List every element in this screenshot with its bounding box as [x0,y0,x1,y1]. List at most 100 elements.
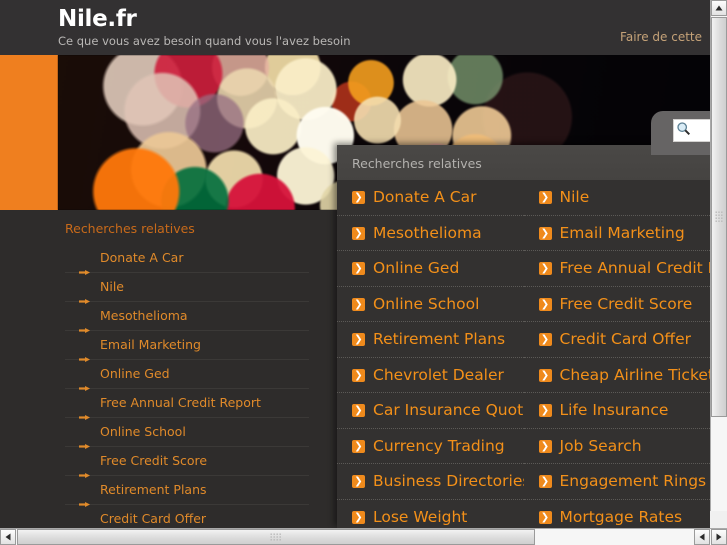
chevron-right-badge-icon: ❯ [352,511,365,524]
overlay-list-item[interactable]: ❯ Online Ged [337,251,524,287]
overlay-list-item-label: Lose Weight [373,508,467,526]
overlay-list-item[interactable]: ❯Currency Trading [337,429,524,465]
overlay-list-item[interactable]: ❯ Car Insurance Quote [337,393,524,429]
overlay-list-item-label: Chevrolet Dealer [373,366,504,384]
arrow-bullet-icon [79,431,90,435]
sidebar-item-label: Mesothelioma [100,308,188,323]
overlay-list-item[interactable]: ❯ Engagement Rings [524,464,711,500]
chevron-right-badge-icon: ❯ [352,475,365,488]
overlay-list-item-label: Free Annual Credit Report [560,259,711,277]
overlay-list-item-label: Car Insurance Quote [373,401,524,419]
overlay-list-item[interactable]: ❯Free Annual Credit Report [524,251,711,287]
sidebar-item[interactable]: Nile [65,273,309,302]
overlay-list-item[interactable]: ❯ Lose Weight [337,500,524,529]
chevron-right-badge-icon: ❯ [352,262,365,275]
overlay-list-item[interactable]: ❯ Nile [524,180,711,216]
overlay-list-item-label: Life Insurance [560,401,669,419]
overlay-list-item[interactable]: ❯Mesothelioma [337,216,524,252]
scroll-left-arrow-icon[interactable] [0,529,16,545]
sidebar-item-label: Email Marketing [100,337,201,352]
sidebar-item[interactable]: Email Marketing [65,331,309,360]
arrow-bullet-icon [79,518,90,522]
overlay-list-item-label: Mortgage Rates [560,508,683,526]
chevron-right-badge-icon: ❯ [352,298,365,311]
sidebar-item[interactable]: Retirement Plans [65,476,309,505]
vertical-scrollbar-thumb[interactable] [711,17,727,417]
overlay-list-item-label: Nile [560,188,590,206]
sidebar-item-label: Free Annual Credit Report [100,395,261,410]
overlay-body: ❯Donate A Car❯Mesothelioma❯Online Ged❯On… [337,180,710,528]
site-tagline: Ce que vous avez besoin quand vous l'ave… [58,34,351,48]
header-link[interactable]: Faire de cette [620,30,702,44]
chevron-right-badge-icon: ❯ [352,333,365,346]
arrow-bullet-icon [79,344,90,348]
overlay-list-item-label: Free Credit Score [560,295,693,313]
arrow-bullet-icon [79,489,90,493]
overlay-list-item-label: Credit Card Offer [560,330,692,348]
overlay-list-item-label: Business Directories [373,472,524,490]
overlay-list-item[interactable]: ❯ Free Credit Score [524,287,711,323]
chevron-right-badge-icon: ❯ [352,227,365,240]
chevron-right-badge-icon: ❯ [352,191,365,204]
overlay-column-left: ❯Donate A Car❯Mesothelioma❯Online Ged❯On… [337,180,524,528]
chevron-right-badge-icon: ❯ [352,404,365,417]
sidebar-item-label: Retirement Plans [100,482,207,497]
sidebar-item-label: Online Ged [100,366,170,381]
site-brand[interactable]: Nile.fr [58,6,137,32]
overlay-list-item[interactable]: ❯ Retirement Plans [337,322,524,358]
overlay-list-item[interactable]: ❯Mortgage Rates [524,500,711,529]
sidebar-item[interactable]: Online Ged [65,360,309,389]
arrow-bullet-icon [79,460,90,464]
sidebar-list: Donate A Car Nile Mesothelioma Email Market… [65,244,309,528]
horizontal-scrollbar-thumb[interactable] [17,529,535,545]
arrow-bullet-icon [79,286,90,290]
overlay-list-item-label: Online Ged [373,259,459,277]
chevron-right-badge-icon: ❯ [352,369,365,382]
sidebar-item[interactable]: Free Credit Score [65,447,309,476]
scrollbar-corner [710,511,727,528]
sidebar-item[interactable]: Online School [65,418,309,447]
arrow-bullet-icon [79,315,90,319]
browser-page: Nile.fr Ce que vous avez besoin quand vo… [0,0,727,545]
sidebar-item-label: Nile [100,279,124,294]
overlay-list-item-label: Retirement Plans [373,330,505,348]
sidebar-item[interactable]: Donate A Car [65,244,309,273]
sidebar-item[interactable]: Free Annual Credit Report [65,389,309,418]
overlay-list-item[interactable]: ❯ Chevrolet Dealer [337,358,524,394]
horizontal-scrollbar[interactable] [0,528,727,545]
hero-orange-block [0,55,58,210]
chevron-right-badge-icon: ❯ [539,404,552,417]
chevron-right-badge-icon: ❯ [352,440,365,453]
overlay-column-right: ❯Nile❯Email Marketing❯Free Annual Credit… [524,180,711,528]
chevron-right-badge-icon: ❯ [539,227,552,240]
page-viewport: Nile.fr Ce que vous avez besoin quand vo… [0,0,710,528]
sidebar-item-label: Free Credit Score [100,453,207,468]
overlay-list-item-label: Email Marketing [560,224,685,242]
overlay-list-item[interactable]: ❯ Life Insurance [524,393,711,429]
chevron-right-badge-icon: ❯ [539,440,552,453]
overlay-list-item-label: Cheap Airline Tickets [560,366,711,384]
related-searches-overlay: Recherches relatives ❯ Donate A Car ❯Mesot… [337,145,710,528]
overlay-list-item[interactable]: ❯Online School [337,287,524,323]
overlay-list-item-label: Job Search [560,437,642,455]
overlay-list-item[interactable]: ❯ Job Search [524,429,711,465]
scroll-left-arrow-icon-secondary[interactable] [694,529,710,545]
overlay-title: Recherches relatives [352,156,482,171]
overlay-list-item[interactable]: ❯Cheap Airline Tickets [524,358,711,394]
overlay-list-item-label: Engagement Rings [560,472,707,490]
overlay-list-item-label: Donate A Car [373,188,477,206]
chevron-right-badge-icon: ❯ [539,298,552,311]
overlay-list-item[interactable]: ❯ Donate A Car [337,180,524,216]
search-icon [676,121,691,136]
sidebar-item[interactable]: Mesothelioma [65,302,309,331]
chevron-right-badge-icon: ❯ [539,333,552,346]
overlay-list-item[interactable]: ❯ Email Marketing [524,216,711,252]
sidebar-item[interactable]: Credit Card Offer [65,505,309,528]
vertical-scrollbar[interactable] [710,0,727,528]
scroll-right-arrow-icon[interactable] [711,529,727,545]
chevron-right-badge-icon: ❯ [539,475,552,488]
scroll-up-arrow-icon[interactable] [711,0,727,16]
overlay-list-item[interactable]: ❯ Business Directories [337,464,524,500]
overlay-list-item[interactable]: ❯ Credit Card Offer [524,322,711,358]
chevron-right-badge-icon: ❯ [539,191,552,204]
